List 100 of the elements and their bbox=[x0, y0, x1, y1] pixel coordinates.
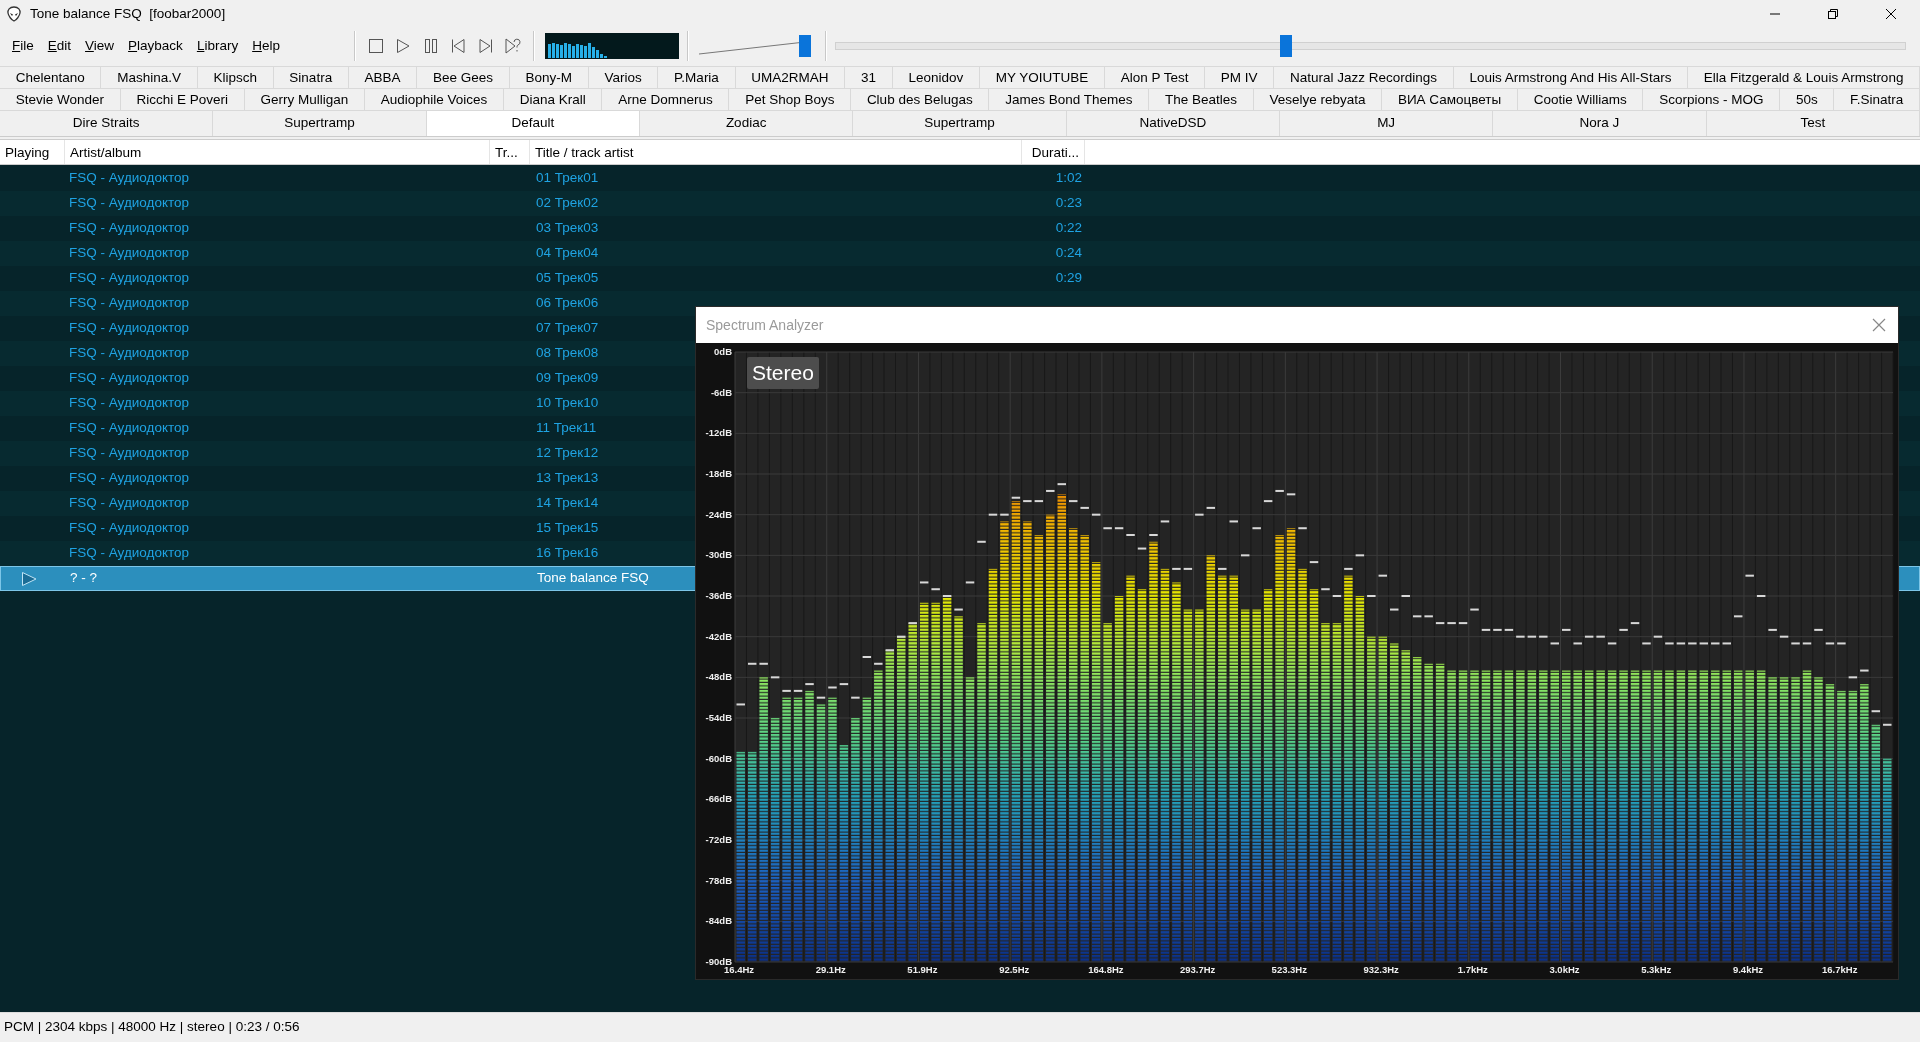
playlist-tab[interactable]: The Beatles bbox=[1149, 88, 1254, 110]
axis-label: -6dB bbox=[710, 386, 732, 398]
column-header[interactable]: Durati... bbox=[1022, 140, 1085, 164]
axis-label: -30dB bbox=[705, 549, 732, 561]
playlist-tab[interactable]: PM IV bbox=[1205, 66, 1275, 88]
playlist-tab[interactable]: 31 bbox=[845, 66, 893, 88]
artist-cell: FSQ - Аудиодоктор bbox=[69, 245, 190, 261]
playlist-tab[interactable]: Supertramp bbox=[213, 110, 427, 136]
playlist-tab[interactable]: F.Sinatra bbox=[1834, 88, 1920, 110]
title-cell: 15 Трек15 bbox=[536, 520, 599, 536]
menu-item[interactable]: File bbox=[5, 33, 41, 59]
axis-label: -42dB bbox=[705, 630, 732, 642]
menu-item[interactable]: Playback bbox=[121, 33, 190, 59]
column-header[interactable]: Tr... bbox=[490, 140, 530, 164]
duration-cell: 1:02 bbox=[1055, 170, 1082, 186]
stop-icon bbox=[368, 38, 384, 54]
title-cell: 04 Трек04 bbox=[536, 245, 599, 261]
playlist-tab[interactable]: Zodiac bbox=[640, 110, 854, 136]
playlist-tab[interactable]: UMA2RMAH bbox=[735, 66, 846, 88]
playlist-tab[interactable]: 50s bbox=[1780, 88, 1835, 110]
playlist-tab[interactable]: Natural Jazz Recordings bbox=[1274, 66, 1454, 88]
playlist-tab[interactable]: MJ bbox=[1279, 110, 1494, 136]
title-cell: 12 Трек12 bbox=[536, 445, 599, 461]
slider-thumb[interactable] bbox=[1279, 35, 1292, 57]
playlist-tab[interactable]: Alon P Test bbox=[1104, 66, 1206, 88]
playlist-tab[interactable]: Scorpions - MOG bbox=[1643, 88, 1781, 110]
slider-thumb[interactable] bbox=[799, 35, 812, 57]
playlist-tab[interactable]: ВИА Самоцветы bbox=[1382, 88, 1518, 110]
next-icon bbox=[477, 38, 494, 54]
title-cell: 05 Трек05 bbox=[536, 270, 599, 286]
playlist-tab[interactable]: Varios bbox=[588, 66, 659, 88]
menu-item[interactable]: Library bbox=[189, 33, 246, 59]
playlist-tab[interactable]: Dire Straits bbox=[0, 110, 214, 136]
axis-label: 16.7kHz bbox=[1822, 964, 1858, 975]
playlist-tab[interactable]: Veselye rebyata bbox=[1253, 88, 1383, 110]
axis-label: -60dB bbox=[705, 752, 732, 764]
axis-label: 5.3kHz bbox=[1641, 964, 1672, 975]
playlist-tab[interactable]: Default bbox=[426, 110, 640, 136]
axis-label: -12dB bbox=[705, 427, 732, 439]
playlist-tab[interactable]: P.Maria bbox=[658, 66, 736, 88]
menu-item[interactable]: View bbox=[78, 33, 122, 59]
previous-icon bbox=[450, 38, 467, 54]
playlist-tab[interactable]: MY YOIUTUBE bbox=[980, 66, 1105, 88]
playlist-row[interactable]: FSQ - Аудиодоктор 04 Трек04 0:24 bbox=[0, 241, 1920, 266]
play-icon bbox=[395, 38, 412, 54]
menu-item[interactable]: Help bbox=[245, 33, 287, 59]
axis-label: 164.8Hz bbox=[1088, 964, 1124, 975]
axis-label: -78dB bbox=[705, 874, 732, 886]
playlist-tab[interactable]: Cootie Williams bbox=[1517, 88, 1644, 110]
playlist-tab[interactable]: Test bbox=[1706, 110, 1920, 136]
playlist-tab[interactable]: James Bond Themes bbox=[989, 88, 1150, 110]
playlist-tab[interactable]: Bony-M bbox=[509, 66, 589, 88]
axis-label: 9.4kHz bbox=[1732, 964, 1764, 975]
playlist-tab[interactable]: Ricchi E Poveri bbox=[120, 88, 245, 110]
playlist-tab[interactable]: Supertramp bbox=[853, 110, 1067, 136]
artist-cell: ? - ? bbox=[70, 570, 97, 586]
playlist-tab[interactable]: Mashina.V bbox=[101, 66, 198, 88]
playlist-tab[interactable]: Leonidov bbox=[892, 66, 980, 88]
axis-label: -36dB bbox=[705, 590, 732, 601]
playlist-tab[interactable]: Sinatra bbox=[273, 66, 349, 88]
playlist-tab[interactable]: ABBA bbox=[348, 66, 418, 88]
pause-icon bbox=[422, 38, 439, 54]
axis-label: -24dB bbox=[705, 508, 732, 520]
axis-label: 523.3Hz bbox=[1271, 964, 1307, 975]
column-header[interactable]: Playing bbox=[0, 140, 65, 164]
axis-label: 932.3Hz bbox=[1363, 964, 1399, 975]
column-header[interactable]: Title / track artist bbox=[530, 140, 1022, 164]
duration-cell: 0:22 bbox=[1055, 220, 1082, 236]
playlist-tab[interactable]: Ella Fitzgerald & Louis Armstrong bbox=[1688, 66, 1920, 88]
playlist-tab[interactable]: Arne Domnerus bbox=[602, 88, 730, 110]
menu-item[interactable]: Edit bbox=[40, 33, 79, 59]
axis-label: -84dB bbox=[705, 915, 732, 927]
title-cell: 06 Трек06 bbox=[536, 295, 599, 311]
playlist-row[interactable]: FSQ - Аудиодоктор 03 Трек03 0:22 bbox=[0, 216, 1920, 241]
playlist-tab[interactable]: NativeDSD bbox=[1066, 110, 1280, 136]
playlist-tab[interactable]: Club des Belugas bbox=[851, 88, 990, 110]
axis-label: 29.1Hz bbox=[815, 964, 846, 975]
close-icon bbox=[1872, 318, 1886, 332]
axis-label: 51.9Hz bbox=[907, 964, 938, 975]
playlist-tab[interactable]: Bee Gees bbox=[417, 66, 510, 88]
artist-cell: FSQ - Аудиодоктор bbox=[69, 370, 190, 386]
playlist-tab[interactable]: Chelentano bbox=[0, 66, 102, 88]
playlist-tab[interactable]: Nora J bbox=[1493, 110, 1707, 136]
artist-cell: FSQ - Аудиодоктор bbox=[69, 495, 190, 511]
seek-slider[interactable] bbox=[834, 33, 1906, 59]
playlist-tab[interactable]: Pet Shop Boys bbox=[729, 88, 852, 110]
playlist-tab[interactable]: Stevie Wonder bbox=[0, 88, 121, 110]
playlist-row[interactable]: FSQ - Аудиодоктор 02 Трек02 0:23 bbox=[0, 191, 1920, 216]
playlist-tab[interactable]: Louis Armstrong And His All-Stars bbox=[1453, 66, 1689, 88]
column-header[interactable]: Artist/album bbox=[65, 140, 490, 164]
playlist-tab[interactable]: Gerry Mulligan bbox=[244, 88, 365, 110]
close-button[interactable] bbox=[1870, 316, 1888, 334]
playlist-tab[interactable]: Audiophile Voices bbox=[364, 88, 504, 110]
playlist-row[interactable]: FSQ - Аудиодоктор 01 Трек01 1:02 bbox=[0, 166, 1920, 191]
playlist-row[interactable]: FSQ - Аудиодоктор 05 Трек05 0:29 bbox=[0, 266, 1920, 291]
playlist-tab[interactable]: Klipsch bbox=[197, 66, 274, 88]
playlist-tab[interactable]: Diana Krall bbox=[503, 88, 603, 110]
axis-label: -54dB bbox=[705, 712, 732, 723]
channel-label: Stereo bbox=[747, 357, 819, 389]
title-cell: 02 Трек02 bbox=[536, 195, 599, 211]
